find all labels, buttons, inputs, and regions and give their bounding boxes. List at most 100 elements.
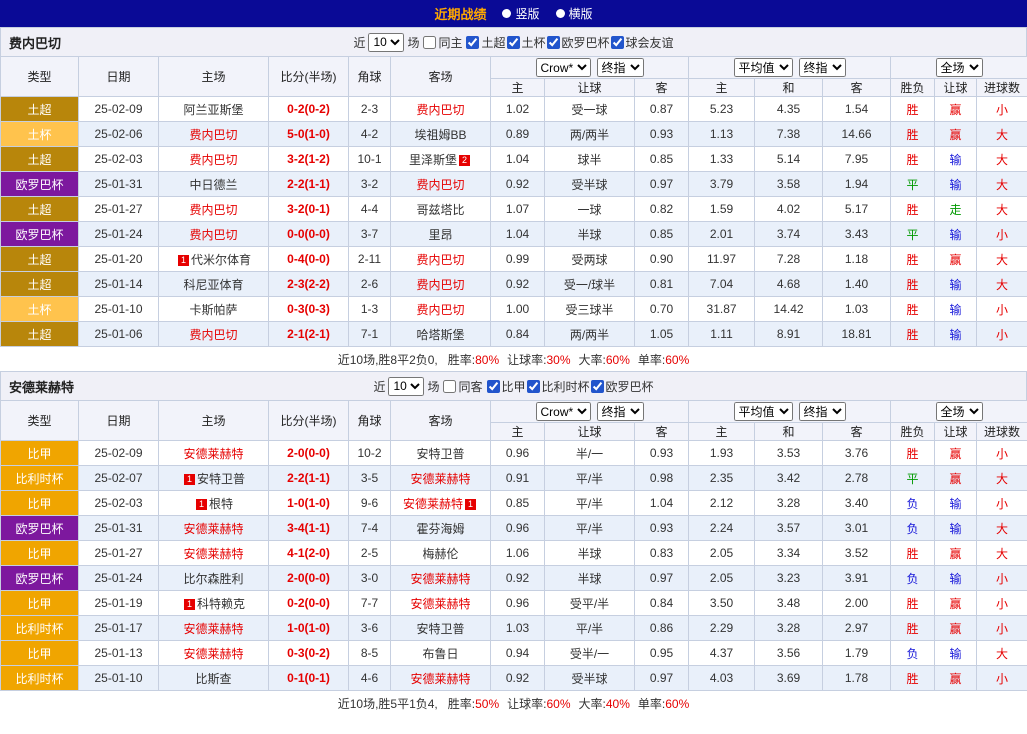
result-handicap: 赢 xyxy=(935,97,977,122)
result-handicap: 赢 xyxy=(935,666,977,691)
same-venue-filter[interactable]: 同客 xyxy=(442,378,482,395)
layout-option-horizontal[interactable]: 横版 xyxy=(556,5,593,22)
odds-book-select[interactable]: 终指 xyxy=(597,58,644,77)
away-odds: 0.90 xyxy=(635,247,689,272)
away-team[interactable]: 安特卫普 xyxy=(416,447,464,461)
result-goals: 大 xyxy=(977,516,1027,541)
home-team-cell: 费内巴切 xyxy=(159,122,269,147)
home-team-cell: 安德莱赫特 xyxy=(159,541,269,566)
result-goals: 小 xyxy=(977,566,1027,591)
competition-checkbox[interactable] xyxy=(466,36,479,49)
away-team[interactable]: 安特卫普 xyxy=(416,622,464,636)
odds-book-select[interactable]: 终指 xyxy=(597,402,644,421)
home-team[interactable]: 安德莱赫特 xyxy=(183,622,243,636)
competition-filter[interactable]: 欧罗巴杯 xyxy=(590,378,654,395)
avg-source-select[interactable]: 平均值 xyxy=(734,402,793,421)
away-team[interactable]: 费内巴切 xyxy=(416,303,464,317)
match-date: 25-02-09 xyxy=(79,97,159,122)
odds-book-select[interactable]: Crow* xyxy=(536,402,591,421)
home-team[interactable]: 比斯查 xyxy=(195,672,231,686)
away-odds: 0.84 xyxy=(635,591,689,616)
home-team[interactable]: 安德莱赫特 xyxy=(183,547,243,561)
away-team[interactable]: 安德莱赫特 xyxy=(410,672,470,686)
avg-home-odds: 2.12 xyxy=(689,491,755,516)
competition-filter[interactable]: 比利时杯 xyxy=(526,378,590,395)
home-team[interactable]: 费内巴切 xyxy=(189,153,237,167)
scope-select[interactable]: 全场 xyxy=(936,58,983,77)
avg-source-select[interactable]: 终指 xyxy=(799,402,846,421)
away-odds: 0.83 xyxy=(635,541,689,566)
competition-filter[interactable]: 比甲 xyxy=(486,378,526,395)
odds-book-select[interactable]: Crow* xyxy=(536,58,591,77)
home-team[interactable]: 比尔森胜利 xyxy=(183,572,243,586)
away-team[interactable]: 费内巴切 xyxy=(416,103,464,117)
sub-handicap-result: 让球 xyxy=(935,423,977,441)
scope-header: 全场 xyxy=(891,57,1027,79)
away-team[interactable]: 安德莱赫特 xyxy=(410,572,470,586)
results-table: 类型 日期 主场 比分(半场) 角球 客场 Crow*终指 平均值终指 全场 主… xyxy=(0,56,1027,347)
competition-filter[interactable]: 土超 xyxy=(465,34,505,51)
away-team[interactable]: 里泽斯堡 xyxy=(409,153,457,167)
home-team[interactable]: 根特 xyxy=(209,497,233,511)
stat-label: 单率: xyxy=(638,353,665,367)
home-team[interactable]: 科特赖克 xyxy=(197,597,245,611)
avg-source-select[interactable]: 终指 xyxy=(799,58,846,77)
home-team[interactable]: 安德莱赫特 xyxy=(183,647,243,661)
competition-checkbox[interactable] xyxy=(487,380,500,393)
home-team[interactable]: 安德莱赫特 xyxy=(183,447,243,461)
match-count-select[interactable]: 10 xyxy=(368,33,404,52)
result-goals: 大 xyxy=(977,247,1027,272)
away-team[interactable]: 安德莱赫特 xyxy=(410,597,470,611)
competition-filter[interactable]: 土杯 xyxy=(506,34,546,51)
home-team[interactable]: 代米尔体育 xyxy=(191,253,251,267)
result-handicap: 输 xyxy=(935,491,977,516)
competition-checkbox[interactable] xyxy=(527,380,540,393)
match-score: 3-2(0-1) xyxy=(269,197,349,222)
sub-result: 胜负 xyxy=(891,79,935,97)
home-team[interactable]: 费内巴切 xyxy=(189,328,237,342)
away-team[interactable]: 埃祖姆BB xyxy=(414,128,466,142)
avg-source-select[interactable]: 平均值 xyxy=(734,58,793,77)
result-outcome: 胜 xyxy=(891,441,935,466)
away-team[interactable]: 哈塔斯堡 xyxy=(416,328,464,342)
home-team[interactable]: 费内巴切 xyxy=(189,228,237,242)
same-venue-checkbox[interactable] xyxy=(443,380,456,393)
home-team[interactable]: 安特卫普 xyxy=(197,472,245,486)
competition-filter[interactable]: 球会友谊 xyxy=(610,34,674,51)
away-team[interactable]: 费内巴切 xyxy=(416,178,464,192)
away-team[interactable]: 安德莱赫特 xyxy=(403,497,463,511)
match-type: 比利时杯 xyxy=(1,666,79,691)
competition-checkbox[interactable] xyxy=(591,380,604,393)
scope-select[interactable]: 全场 xyxy=(936,402,983,421)
avg-away-odds: 5.17 xyxy=(823,197,891,222)
competition-filter[interactable]: 欧罗巴杯 xyxy=(546,34,610,51)
away-team[interactable]: 霍芬海姆 xyxy=(416,522,464,536)
away-team[interactable]: 梅赫伦 xyxy=(422,547,458,561)
home-team[interactable]: 费内巴切 xyxy=(189,203,237,217)
away-team[interactable]: 哥兹塔比 xyxy=(416,203,464,217)
home-team[interactable]: 安德莱赫特 xyxy=(183,522,243,536)
home-team[interactable]: 中日德兰 xyxy=(189,178,237,192)
home-team[interactable]: 科尼亚体育 xyxy=(183,278,243,292)
away-team[interactable]: 费内巴切 xyxy=(416,253,464,267)
home-team[interactable]: 阿兰亚斯堡 xyxy=(183,103,243,117)
away-team[interactable]: 里昂 xyxy=(428,228,452,242)
competition-checkbox[interactable] xyxy=(507,36,520,49)
sub-result: 胜负 xyxy=(891,423,935,441)
home-team[interactable]: 卡斯帕萨 xyxy=(189,303,237,317)
col-corner: 角球 xyxy=(349,57,391,97)
layout-option-vertical[interactable]: 竖版 xyxy=(502,5,539,22)
match-score: 3-4(1-1) xyxy=(269,516,349,541)
match-score: 0-2(0-0) xyxy=(269,591,349,616)
away-team[interactable]: 布鲁日 xyxy=(422,647,458,661)
same-venue-checkbox[interactable] xyxy=(423,36,436,49)
competition-checkbox[interactable] xyxy=(611,36,624,49)
away-team[interactable]: 费内巴切 xyxy=(416,278,464,292)
match-row: 土超25-02-09阿兰亚斯堡0-2(0-2)2-3费内巴切1.02受一球0.8… xyxy=(1,97,1027,122)
match-count-select[interactable]: 10 xyxy=(388,377,424,396)
same-venue-filter[interactable]: 同主 xyxy=(422,34,462,51)
match-type: 土超 xyxy=(1,147,79,172)
away-team[interactable]: 安德莱赫特 xyxy=(410,472,470,486)
home-team[interactable]: 费内巴切 xyxy=(189,128,237,142)
competition-checkbox[interactable] xyxy=(547,36,560,49)
